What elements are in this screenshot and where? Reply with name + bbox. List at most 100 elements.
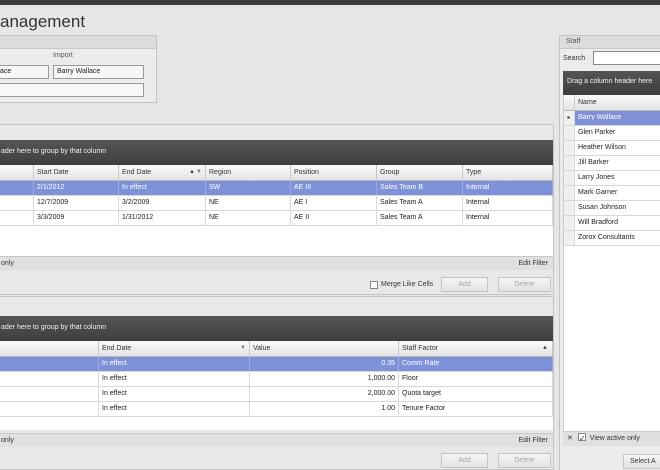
table-row[interactable]: In effect 1,000.00 Floor xyxy=(0,372,553,387)
table-row[interactable]: In effect 0.35 Comm Rate xyxy=(0,357,553,372)
column-header-region[interactable]: Region xyxy=(206,165,291,180)
staff-grid-footer: ✕ View active only xyxy=(563,431,660,446)
region-cell: SW xyxy=(206,181,291,195)
row-indicator-icon: ▸ xyxy=(564,111,575,125)
column-header-group[interactable]: Group xyxy=(377,165,463,180)
group-by-bar[interactable]: ader here to group by that column xyxy=(0,316,553,342)
list-item[interactable]: Heather Wilson xyxy=(564,141,660,156)
value-cell: 1.00 xyxy=(250,402,399,416)
import-panel-header xyxy=(0,36,156,49)
row-cell xyxy=(0,372,99,386)
end-date-cell: 1/31/2012 xyxy=(119,211,206,225)
column-header-blank[interactable] xyxy=(0,341,99,356)
list-item[interactable]: Jill Barker xyxy=(564,156,660,171)
region-cell: NE xyxy=(206,196,291,210)
assignments-grid-footer: only Edit Filter xyxy=(0,256,553,270)
group-by-hint: ader here to group by that column xyxy=(1,148,107,155)
group-by-bar[interactable]: Drag a column header here xyxy=(563,71,660,95)
list-item[interactable]: Zorox Consultants xyxy=(564,231,660,246)
assignments-grid: Start Date End Date▼ Region Position Gro… xyxy=(0,165,553,263)
table-row[interactable]: 2/1/2012 In effect SW AE III Sales Team … xyxy=(0,181,553,196)
table-row[interactable]: 3/3/2009 1/31/2012 NE AE II Sales Team A… xyxy=(0,211,553,226)
type-cell: Internal xyxy=(463,196,553,210)
staff-grid: Name ▸ Barry Wallace Glen Parker Heather … xyxy=(563,95,660,439)
column-header-end-date[interactable]: End Date ▼ xyxy=(119,165,206,180)
edit-filter-link[interactable]: Edit Filter xyxy=(518,434,548,447)
active-only-label: only xyxy=(1,260,14,267)
staff-factor-cell: Quota target xyxy=(399,387,553,401)
delete-button[interactable]: Delete xyxy=(498,453,551,468)
table-row[interactable]: In effect 1.00 Tenure Factor xyxy=(0,402,553,417)
staff-grid-header: Name xyxy=(564,95,660,111)
staff-name: Zorox Consultants xyxy=(578,234,635,241)
value-cell: 0.35 xyxy=(250,357,399,371)
group-cell: Sales Team A xyxy=(377,196,463,210)
list-item[interactable]: Susan Johnson xyxy=(564,201,660,216)
column-header-value[interactable]: Value xyxy=(250,341,399,356)
table-row[interactable]: 12/7/2009 3/2/2009 NE AE I Sales Team A … xyxy=(0,196,553,211)
table-row[interactable]: In effect 2,000.00 Quota target xyxy=(0,387,553,402)
filter-icon[interactable]: ▼ xyxy=(240,341,246,356)
group-cell: Sales Team A xyxy=(377,211,463,225)
list-item[interactable]: Mark Garner xyxy=(564,186,660,201)
window-top-bar xyxy=(0,0,660,5)
end-date-cell: 3/2/2009 xyxy=(119,196,206,210)
close-filter-icon[interactable]: ✕ xyxy=(567,435,573,442)
row-indicator xyxy=(564,171,575,185)
staff-name: Mark Garner xyxy=(578,189,618,196)
group-by-bar[interactable]: ader here to group by that column xyxy=(0,140,553,166)
search-input[interactable] xyxy=(593,51,660,65)
start-date-cell: 2/1/2012 xyxy=(34,181,119,195)
group-by-hint: ader here to group by that column xyxy=(1,324,107,331)
row-indicator xyxy=(564,141,575,155)
import-panel: Import ace Barry Wallace xyxy=(0,35,157,103)
start-date-cell: 12/7/2009 xyxy=(34,196,119,210)
edit-filter-link[interactable]: Edit Filter xyxy=(518,257,548,270)
staff-factor-cell: Floor xyxy=(399,372,553,386)
row-cell xyxy=(0,181,34,195)
staff-name: Heather Wilson xyxy=(578,144,626,151)
column-header-staff-factor[interactable]: Staff Factor xyxy=(399,341,553,356)
row-cell xyxy=(0,211,34,225)
list-item[interactable]: Glen Parker xyxy=(564,126,660,141)
add-button[interactable]: Add xyxy=(441,277,488,292)
position-cell: AE III xyxy=(291,181,377,195)
staff-name: Larry Jones xyxy=(578,174,615,181)
row-indicator xyxy=(564,186,575,200)
end-date-cell: In effect xyxy=(99,387,250,401)
page-title: anagement xyxy=(0,12,86,31)
staff-factors-grid: End Date▼ Value Staff Factor In effect 0… xyxy=(0,341,553,430)
type-cell: Internal xyxy=(463,211,553,225)
column-header-start-date[interactable]: Start Date xyxy=(34,165,119,180)
staff-factor-cell: Comm Rate xyxy=(399,357,553,371)
filter-icon[interactable]: ▼ xyxy=(196,165,202,180)
row-indicator xyxy=(564,126,575,140)
import-label: Import xyxy=(53,52,73,59)
secondary-field[interactable] xyxy=(0,83,144,97)
delete-button[interactable]: Delete xyxy=(498,277,551,292)
row-cell xyxy=(0,196,34,210)
position-cell: AE I xyxy=(291,196,377,210)
select-button[interactable]: Select A xyxy=(623,454,660,469)
end-date-cell: In effect xyxy=(119,181,206,195)
staff-name: Jill Barker xyxy=(578,159,609,166)
column-header-name[interactable]: Name xyxy=(575,95,660,110)
assignments-panel: ader here to group by that column Start … xyxy=(0,124,554,295)
list-item[interactable]: Will Bradford xyxy=(564,216,660,231)
row-indicator-header xyxy=(564,95,575,110)
assignments-grid-header: Start Date End Date▼ Region Position Gro… xyxy=(0,165,553,181)
value-cell: 1,000.00 xyxy=(250,372,399,386)
add-button[interactable]: Add xyxy=(441,453,488,468)
row-indicator xyxy=(564,201,575,215)
staff-factors-grid-header: End Date ▼ Value Staff Factor xyxy=(0,341,553,357)
column-header-blank[interactable] xyxy=(0,165,34,180)
column-header-position[interactable]: Position xyxy=(291,165,377,180)
column-header-end-date[interactable]: End Date ▼ xyxy=(99,341,250,356)
list-item[interactable]: Larry Jones xyxy=(564,171,660,186)
merge-like-cells-checkbox[interactable] xyxy=(370,281,378,289)
list-item[interactable]: ▸ Barry Wallace xyxy=(564,111,660,126)
view-active-only-checkbox[interactable] xyxy=(577,432,586,445)
name-field[interactable]: ace xyxy=(0,65,49,79)
import-field[interactable]: Barry Wallace xyxy=(53,65,144,79)
column-header-type[interactable]: Type xyxy=(463,165,553,180)
